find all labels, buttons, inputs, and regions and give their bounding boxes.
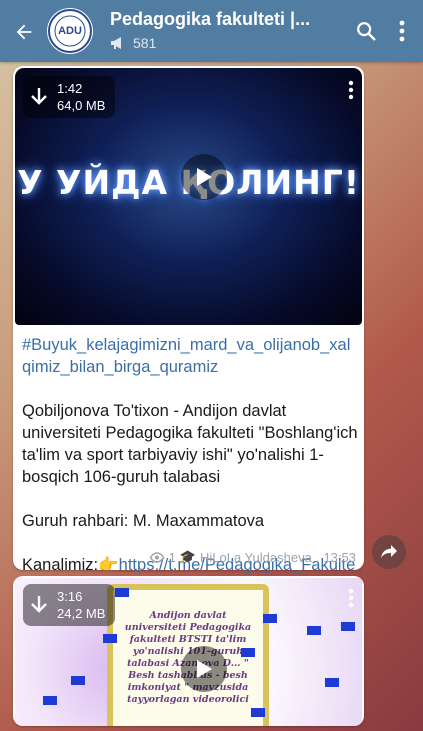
play-button[interactable] [181,646,227,692]
decoration-square [325,678,339,687]
media-info[interactable]: 1:42 64,0 MB [23,76,116,118]
video-duration: 1:42 [57,81,83,96]
channel-avatar[interactable]: ADU [47,8,93,54]
back-arrow-icon [16,24,32,40]
decoration-square [307,626,321,635]
view-count: 1 [168,549,176,565]
eye-icon [149,551,164,563]
hashtag-link[interactable]: #Buyuk_kelajagimizni_mard_va_olijanob_xa… [22,334,358,378]
channel-title[interactable]: Pedagogika fakulteti |... [110,9,340,30]
message-bubble: У УЙДА ҚОЛИНГ! 1:42 64,0 MB #Buyuk_kelaj… [13,66,364,596]
more-vertical-icon [399,20,405,42]
graduation-cap-icon: 🎓 [179,549,197,564]
play-button[interactable] [181,154,227,200]
subscriber-count-value: 581 [133,35,157,51]
message-body: Qobiljonova To'tixon - Andijon davlat un… [22,402,358,486]
decoration-square [103,634,117,643]
media-menu-button[interactable] [348,80,354,105]
play-icon [197,660,212,678]
header-menu-button[interactable] [392,17,412,45]
download-icon [31,88,47,105]
media-menu-button[interactable] [348,588,354,613]
media-info[interactable]: 3:16 24,2 MB [23,584,116,626]
video-duration: 3:16 [57,589,83,604]
subscriber-count: 581 [110,35,156,51]
group-leader: Guruh rahbari: M. Maxammatova [22,512,265,530]
decoration-square [71,676,85,685]
avatar-logo-text: ADU [58,25,82,37]
decoration-square [341,622,355,631]
channel-label: Kanalimiz: [22,556,99,574]
video-size: 24,2 MB [57,606,106,621]
chat-header: ADU Pedagogika fakulteti |... 581 [0,0,423,62]
back-button[interactable] [10,18,38,46]
share-button[interactable] [372,535,406,569]
download-icon [31,596,47,613]
play-icon [197,168,212,186]
message-bubble: Andijon davlat universiteti Pedagogika f… [13,576,364,726]
message-time: 13:53 [323,549,356,565]
pointing-hand-icon: 👉 [98,556,119,574]
video-thumbnail[interactable]: Andijon davlat universiteti Pedagogika f… [15,578,362,726]
decoration-square [43,696,57,705]
decoration-square [251,708,265,717]
video-thumbnail[interactable]: У УЙДА ҚОЛИНГ! 1:42 64,0 MB [15,68,362,325]
decoration-square [263,614,277,623]
message-meta: 1 🎓 HiLoLa Yuldasheva, 13:53 [149,549,356,565]
more-vertical-icon [348,80,354,100]
author-name: HiLoLa Yuldasheva [200,549,312,565]
share-arrow-icon [381,545,397,558]
search-button[interactable] [352,17,380,45]
decoration-square [241,648,255,657]
decoration-square [115,588,129,597]
video-size: 64,0 MB [57,98,106,113]
more-vertical-icon [348,588,354,608]
megaphone-icon [111,37,121,49]
search-icon [357,22,376,41]
